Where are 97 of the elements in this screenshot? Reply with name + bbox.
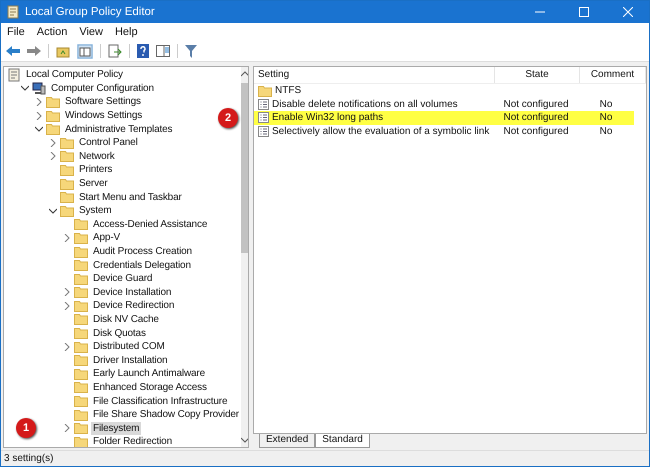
tree-item[interactable]: Filesystem [91, 422, 142, 435]
folder-icon [60, 164, 74, 176]
setting-icon [258, 126, 269, 138]
forward-arrow-icon[interactable] [27, 45, 41, 57]
view-tab[interactable]: Extended [259, 434, 316, 448]
help-icon[interactable] [137, 44, 149, 58]
state-cell-text: Not configured [502, 98, 570, 110]
tree-item[interactable]: App-V [91, 231, 122, 244]
folder-icon [46, 96, 60, 108]
window-title: Local Group Policy Editor [25, 6, 155, 18]
tree-item[interactable]: Folder Redirection [91, 435, 174, 447]
comment-cell-text: No [598, 98, 614, 110]
document-icon [7, 5, 19, 19]
tree-item[interactable]: Software Settings [63, 95, 143, 108]
setting-name: NTFS [275, 85, 302, 96]
callout-marker: 1 [16, 418, 36, 438]
column-header[interactable]: Comment [580, 67, 646, 83]
policy-document-icon [7, 68, 21, 82]
menu-item[interactable]: Action [36, 26, 68, 38]
tree-item[interactable]: Local Computer Policy [24, 68, 125, 82]
folder-icon [60, 150, 74, 162]
tree-item[interactable]: Disk Quotas [91, 326, 148, 340]
folder-icon [74, 422, 88, 434]
folder-icon [74, 218, 88, 230]
folder-icon [46, 110, 60, 122]
tree-item[interactable]: Audit Process Creation [91, 245, 194, 258]
folder-icon [74, 259, 88, 272]
tree-item[interactable]: File Classification Infrastructure [91, 394, 230, 408]
folder-icon [46, 123, 60, 136]
tree-item[interactable]: Early Launch Antimalware [91, 367, 208, 380]
folder-icon [60, 178, 74, 190]
folder-icon [74, 327, 88, 340]
folder-icon [74, 381, 88, 394]
tree-item[interactable]: Access-Denied Assistance [91, 218, 210, 231]
view-tab[interactable]: Standard [315, 434, 370, 448]
tree-item[interactable]: File Share Shadow Copy Provider [91, 408, 241, 422]
column-header[interactable]: Setting [254, 67, 495, 83]
tree-item[interactable]: Server [77, 177, 110, 190]
tree-item[interactable]: Enhanced Storage Access [91, 380, 209, 394]
tree-item[interactable]: Credentials Delegation [91, 258, 193, 272]
tree-item[interactable]: Administrative Templates [63, 122, 174, 136]
folder-icon [74, 340, 88, 353]
folder-icon [60, 136, 74, 149]
folder-icon [74, 354, 88, 366]
folder-icon [74, 436, 88, 447]
menu-item[interactable]: View [79, 26, 103, 38]
comment-cell-text: No [598, 112, 614, 124]
tree-item[interactable]: Windows Settings [63, 109, 144, 122]
setting-name: Disable delete notifications on all volumes [272, 98, 458, 110]
tree-item[interactable]: Start Menu and Taskbar [77, 190, 184, 204]
folder-icon [74, 286, 88, 298]
tree-item[interactable]: System [77, 204, 114, 218]
folder-icon [60, 191, 74, 204]
tree-item[interactable]: Control Panel [77, 136, 140, 150]
maximize-icon[interactable] [579, 7, 589, 17]
tree-item[interactable]: Disk NV Cache [91, 312, 161, 326]
folder-icon [74, 232, 88, 244]
pane-view-icon[interactable] [156, 45, 170, 57]
folder-icon [74, 395, 88, 408]
setting-name: Selectively allow the evaluation of a symbolic link [272, 126, 490, 138]
tree-item[interactable]: Device Installation [91, 286, 174, 299]
folder-icon [60, 204, 74, 217]
close-icon[interactable] [623, 7, 633, 17]
tree-item[interactable]: Driver Installation [91, 354, 170, 367]
menu-item[interactable]: File [7, 26, 25, 38]
tree-item[interactable]: Printers [77, 163, 114, 176]
state-cell-text: Not configured [502, 126, 570, 138]
back-arrow-icon[interactable] [6, 45, 20, 57]
tree-item[interactable]: Device Guard [91, 272, 154, 286]
folder-up-icon[interactable] [56, 44, 70, 58]
comment-cell-text: No [598, 126, 614, 138]
state-cell-text: Not configured [502, 112, 570, 124]
scroll-down-icon[interactable] [240, 437, 248, 443]
folder-icon [258, 84, 272, 97]
list-row[interactable]: NTFS [254, 84, 634, 98]
tree-item[interactable]: Computer Configuration [49, 82, 156, 95]
folder-icon [74, 272, 88, 285]
scroll-up-icon[interactable] [240, 71, 248, 77]
setting-icon [258, 98, 269, 110]
tree-item[interactable]: Device Redirection [91, 299, 176, 312]
status-text: 3 setting(s) [4, 453, 54, 464]
setting-icon [258, 112, 269, 124]
tree-item[interactable]: Network [77, 150, 117, 163]
console-tree-icon[interactable] [77, 44, 93, 58]
scrollbar[interactable] [240, 67, 248, 447]
column-header[interactable]: State [495, 67, 580, 83]
folder-icon [74, 408, 88, 421]
folder-icon [74, 313, 88, 326]
menu-item[interactable]: Help [114, 26, 138, 38]
folder-icon [74, 246, 88, 258]
folder-icon [74, 300, 88, 312]
folder-icon [74, 368, 88, 380]
tree-item[interactable]: Distributed COM [91, 340, 167, 354]
filter-icon[interactable] [185, 44, 197, 58]
export-list-icon[interactable] [108, 44, 122, 58]
setting-name: Enable Win32 long paths [272, 112, 384, 124]
computer-icon [32, 81, 46, 96]
